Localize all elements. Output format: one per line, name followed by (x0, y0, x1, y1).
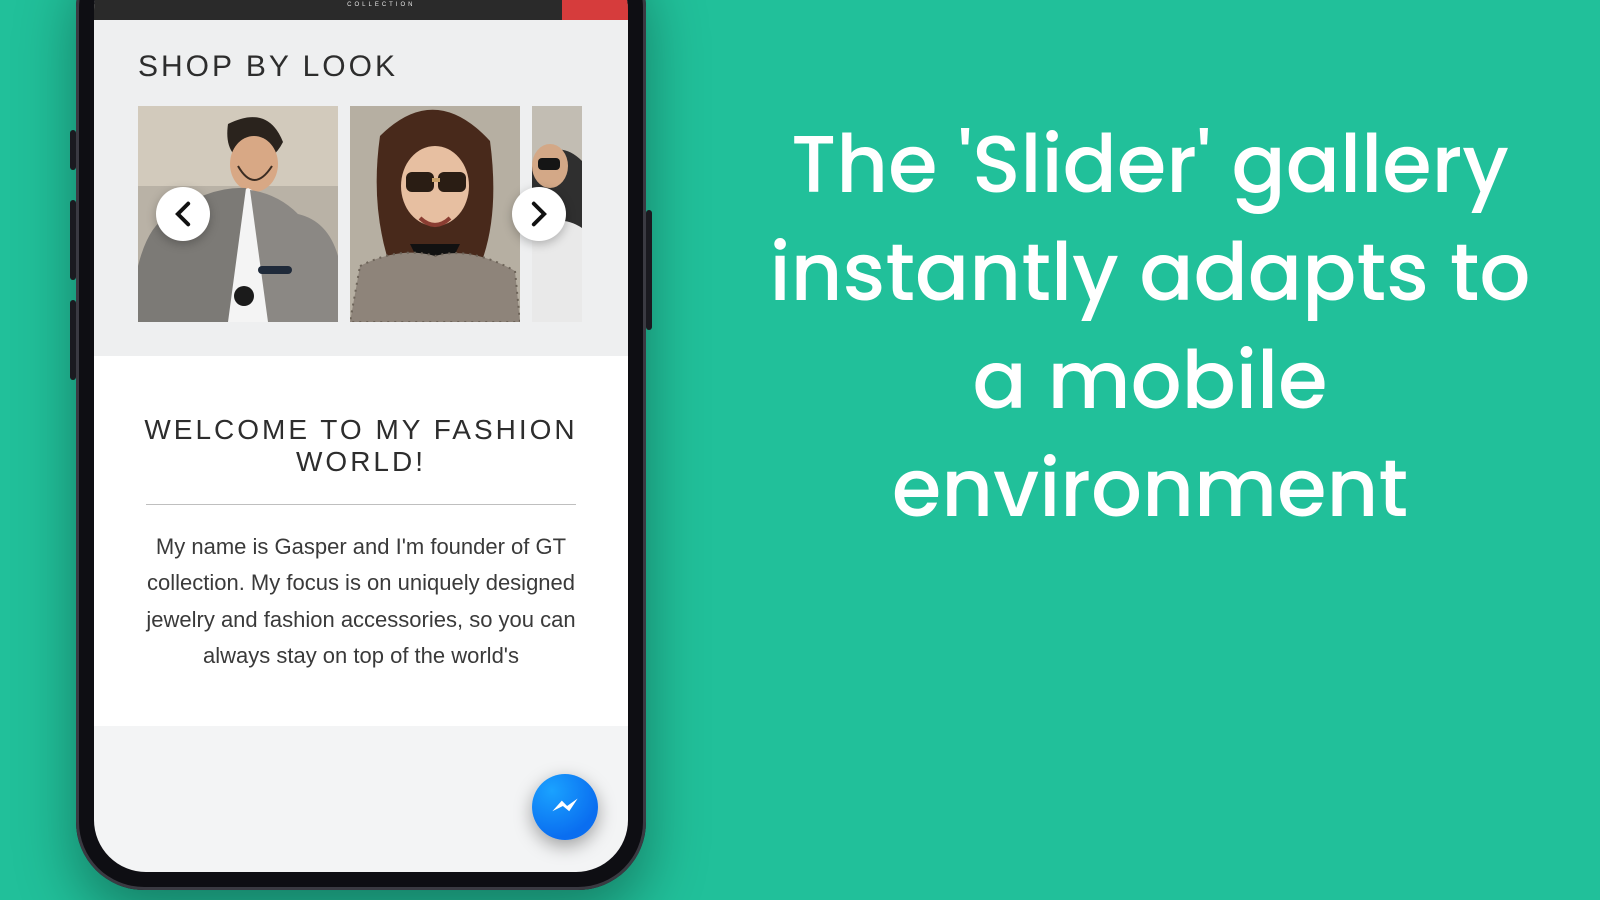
welcome-body: My name is Gasper and I'm founder of GT … (144, 529, 578, 674)
shop-by-look-title: SHOP BY LOOK (138, 50, 584, 84)
promo-slide: MENU GT COLLECTION (0, 0, 1600, 900)
chevron-right-icon (530, 201, 548, 227)
search-icon[interactable] (522, 0, 554, 5)
app-header: MENU GT COLLECTION (94, 0, 628, 20)
brand-sub: COLLECTION (241, 2, 522, 8)
phone-power-button (646, 210, 652, 330)
phone-volume-up (70, 200, 76, 280)
slider-prev-button[interactable] (156, 187, 210, 241)
hamburger-icon[interactable] (114, 0, 148, 6)
cart-count: 0 (607, 0, 618, 1)
messenger-icon (546, 788, 584, 826)
slider-card-2[interactable] (350, 106, 520, 322)
promo-headline: The 'Slider' gallery instantly adapts to… (760, 110, 1540, 542)
cart-button[interactable]: 0 (562, 0, 628, 20)
divider (146, 504, 576, 505)
chevron-left-icon (174, 201, 192, 227)
menu-label[interactable]: MENU (162, 0, 241, 3)
phone-screen: MENU GT COLLECTION (94, 0, 628, 872)
welcome-section: WELCOME TO MY FASHION WORLD! My name is … (94, 356, 628, 726)
brand-logo[interactable]: GT COLLECTION (241, 0, 522, 8)
welcome-title: WELCOME TO MY FASHION WORLD! (144, 414, 578, 478)
phone-mute-switch (70, 130, 76, 170)
phone-volume-down (70, 300, 76, 380)
phone-mock: MENU GT COLLECTION (76, 0, 646, 890)
messenger-button[interactable] (532, 774, 598, 840)
look-slider[interactable] (138, 106, 584, 322)
shop-by-look: SHOP BY LOOK (94, 20, 628, 356)
slider-next-button[interactable] (512, 187, 566, 241)
